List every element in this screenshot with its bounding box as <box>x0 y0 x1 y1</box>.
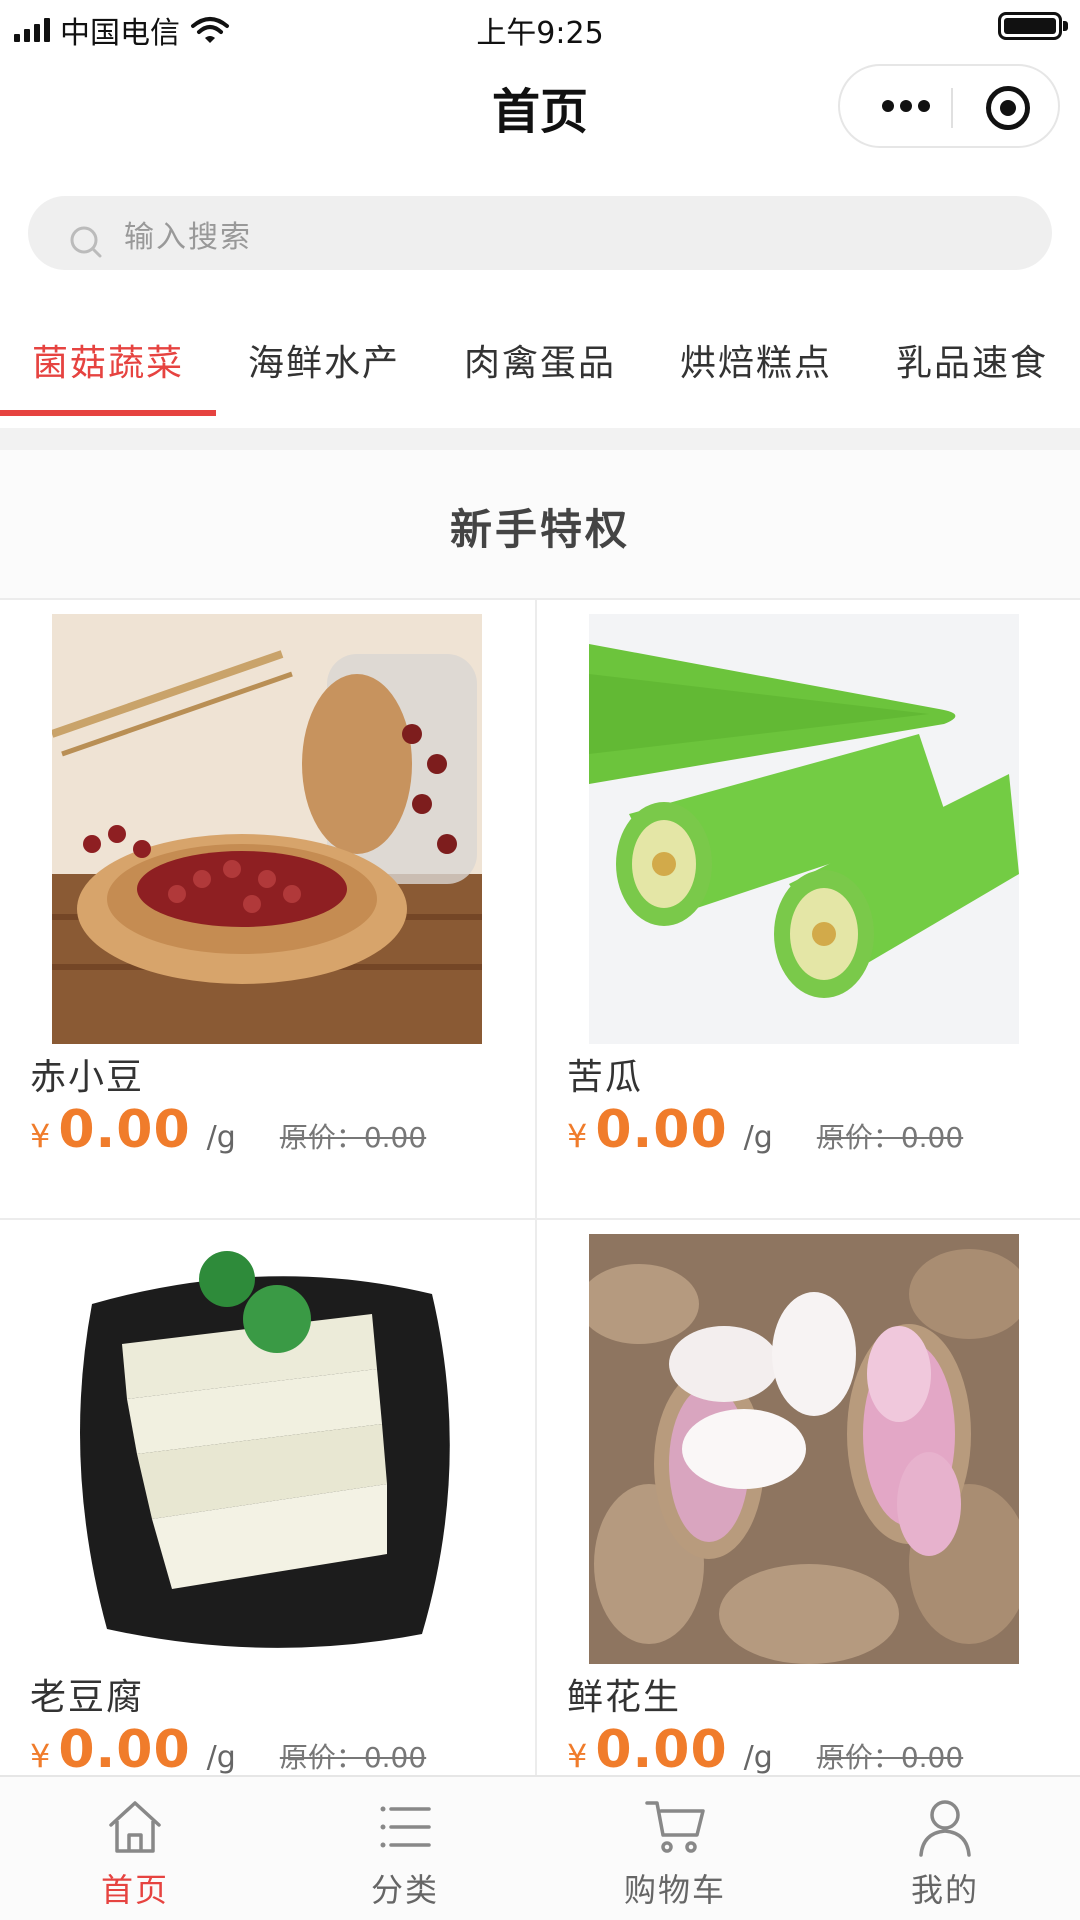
product-image-red-beans[interactable] <box>52 614 482 1044</box>
search-placeholder: 输入搜索 <box>124 220 252 255</box>
section-title: 新手特权 <box>449 505 630 554</box>
tabbar-label: 我的 <box>910 1871 979 1909</box>
more-icon[interactable] <box>876 94 936 118</box>
status-time: 上午9:25 <box>476 16 604 51</box>
close-program-icon[interactable] <box>986 86 1030 130</box>
tabbar-home[interactable]: 首页 <box>0 1777 270 1920</box>
currency-symbol: ¥ <box>30 1737 51 1775</box>
product-name: 老豆腐 <box>30 1677 145 1718</box>
product-image-peanuts[interactable] <box>589 1234 1019 1664</box>
tabbar-label: 分类 <box>370 1871 439 1909</box>
search-icon <box>70 226 102 258</box>
tabbar-label: 首页 <box>100 1871 169 1909</box>
tab-dairy-fastfood[interactable]: 乳品速食 <box>864 300 1080 420</box>
price-unit: /g <box>206 1740 236 1775</box>
product-name: 赤小豆 <box>30 1057 145 1098</box>
tab-meat-eggs[interactable]: 肉禽蛋品 <box>432 300 648 420</box>
product-image-bitter-melon[interactable] <box>589 614 1019 1044</box>
tab-mushroom-vegetables[interactable]: 菌菇蔬菜 <box>0 300 216 420</box>
user-icon <box>919 1800 971 1857</box>
product-card[interactable]: 老豆腐 ¥ 0.00 /g 原价：0.00 <box>0 1220 537 1840</box>
original-price: 原价：0.00 <box>816 1741 964 1774</box>
mini-program-capsule <box>838 64 1060 148</box>
original-price: 原价：0.00 <box>279 1741 427 1774</box>
product-image-tofu[interactable] <box>52 1234 482 1664</box>
product-price: 0.00 <box>595 1720 728 1780</box>
section-divider <box>0 428 1080 450</box>
product-card[interactable]: 苦瓜 ¥ 0.00 /g 原价：0.00 <box>537 600 1080 1220</box>
product-name: 苦瓜 <box>567 1057 644 1098</box>
tabbar-label: 购物车 <box>623 1871 726 1909</box>
tab-seafood[interactable]: 海鲜水产 <box>216 300 432 420</box>
price-row: ¥ 0.00 /g 原价：0.00 <box>567 1100 963 1160</box>
currency-symbol: ¥ <box>567 1117 588 1155</box>
tabbar-profile[interactable]: 我的 <box>810 1777 1080 1920</box>
cart-icon <box>645 1801 705 1853</box>
price-row: ¥ 0.00 /g 原价：0.00 <box>30 1720 426 1780</box>
bottom-tab-bar: 首页 分类 购物车 我的 <box>0 1775 1080 1920</box>
capsule-divider <box>951 88 953 128</box>
product-name: 鲜花生 <box>567 1677 682 1718</box>
product-price: 0.00 <box>595 1100 728 1160</box>
product-price: 0.00 <box>58 1100 191 1160</box>
battery-icon <box>998 12 1068 40</box>
product-card[interactable]: 赤小豆 ¥ 0.00 /g 原价：0.00 <box>0 600 537 1220</box>
price-unit: /g <box>743 1740 773 1775</box>
original-price: 原价：0.00 <box>816 1121 964 1154</box>
price-unit: /g <box>206 1120 236 1155</box>
list-icon <box>380 1806 431 1848</box>
product-price: 0.00 <box>58 1720 191 1780</box>
home-icon <box>109 1801 161 1853</box>
tabbar-cart[interactable]: 购物车 <box>540 1777 810 1920</box>
product-grid: 赤小豆 ¥ 0.00 /g 原价：0.00 苦瓜 ¥ 0.00 /g 原价：0.… <box>0 600 1080 1840</box>
tab-bakery[interactable]: 烘焙糕点 <box>648 300 864 420</box>
price-unit: /g <box>743 1120 773 1155</box>
category-tabs: 菌菇蔬菜 海鲜水产 肉禽蛋品 烘焙糕点 乳品速食 <box>0 300 1080 420</box>
currency-symbol: ¥ <box>30 1117 51 1155</box>
search-input[interactable]: 输入搜索 <box>28 196 1052 270</box>
original-price: 原价：0.00 <box>279 1121 427 1154</box>
tabbar-category[interactable]: 分类 <box>270 1777 540 1920</box>
product-card[interactable]: 鲜花生 ¥ 0.00 /g 原价：0.00 <box>537 1220 1080 1840</box>
price-row: ¥ 0.00 /g 原价：0.00 <box>30 1100 426 1160</box>
price-row: ¥ 0.00 /g 原价：0.00 <box>567 1720 963 1780</box>
status-bar: 中国电信 上午9:25 <box>0 0 1080 54</box>
nav-bar: 首页 <box>0 54 1080 154</box>
currency-symbol: ¥ <box>567 1737 588 1775</box>
